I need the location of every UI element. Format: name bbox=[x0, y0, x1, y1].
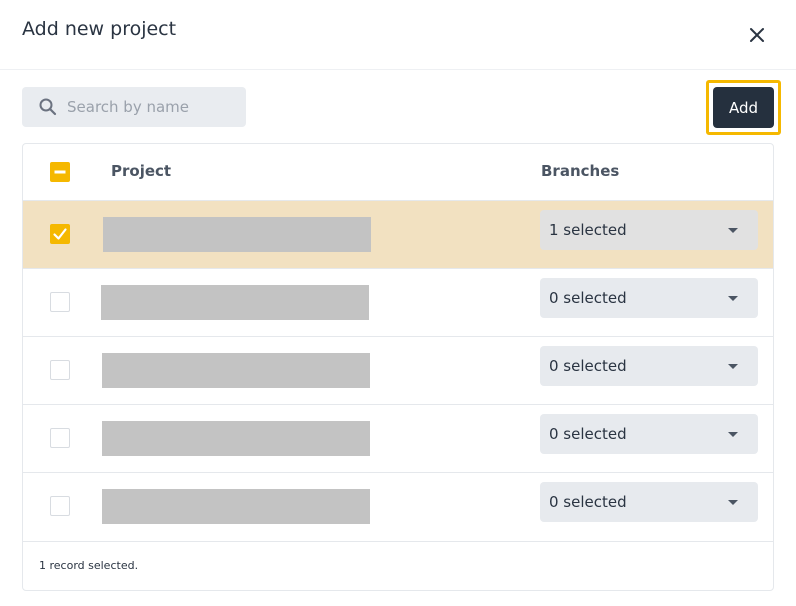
row-checkbox[interactable] bbox=[50, 360, 70, 380]
table-header: Project Branches bbox=[23, 144, 773, 200]
branches-dropdown-value: 0 selected bbox=[549, 493, 627, 511]
branches-dropdown[interactable]: 0 selected bbox=[540, 346, 758, 386]
branches-dropdown[interactable]: 0 selected bbox=[540, 414, 758, 454]
table-row[interactable]: 0 selected bbox=[23, 336, 773, 404]
row-checkbox[interactable] bbox=[50, 224, 70, 244]
table-row[interactable]: 0 selected bbox=[23, 472, 773, 541]
chevron-down-icon bbox=[728, 296, 738, 301]
branches-dropdown[interactable]: 1 selected bbox=[540, 210, 758, 250]
search-input[interactable] bbox=[67, 87, 237, 127]
checkmark-icon bbox=[53, 228, 67, 240]
chevron-down-icon bbox=[728, 500, 738, 505]
row-checkbox[interactable] bbox=[50, 428, 70, 448]
branches-dropdown-value: 0 selected bbox=[549, 357, 627, 375]
search-icon bbox=[39, 98, 57, 116]
close-icon bbox=[750, 28, 764, 42]
project-name-redacted bbox=[102, 489, 370, 524]
project-name-redacted bbox=[102, 353, 370, 388]
branches-dropdown-value: 0 selected bbox=[549, 425, 627, 443]
table-row[interactable]: 0 selected bbox=[23, 268, 773, 336]
row-checkbox[interactable] bbox=[50, 292, 70, 312]
table-row[interactable]: 0 selected bbox=[23, 404, 773, 472]
column-header-project[interactable]: Project bbox=[111, 162, 171, 180]
branches-dropdown[interactable]: 0 selected bbox=[540, 278, 758, 318]
project-name-redacted bbox=[103, 217, 371, 252]
add-button-focus-ring: Add bbox=[706, 80, 781, 135]
dialog-header: Add new project bbox=[0, 0, 796, 70]
select-all-checkbox[interactable] bbox=[50, 162, 70, 182]
table-footer: 1 record selected. bbox=[23, 541, 773, 590]
search-box[interactable] bbox=[22, 87, 246, 127]
branches-dropdown-value: 0 selected bbox=[549, 289, 627, 307]
indeterminate-icon bbox=[54, 170, 66, 174]
selection-status: 1 record selected. bbox=[39, 559, 139, 572]
branches-dropdown[interactable]: 0 selected bbox=[540, 482, 758, 522]
project-name-redacted bbox=[102, 421, 370, 456]
branches-dropdown-value: 1 selected bbox=[549, 221, 627, 239]
chevron-down-icon bbox=[728, 364, 738, 369]
table-row[interactable]: 1 selected bbox=[23, 200, 773, 268]
project-name-redacted bbox=[101, 285, 369, 320]
close-button[interactable] bbox=[744, 22, 770, 48]
add-button[interactable]: Add bbox=[713, 87, 774, 128]
chevron-down-icon bbox=[728, 228, 738, 233]
projects-table: Project Branches 1 selected 0 selected 0… bbox=[22, 143, 774, 591]
row-checkbox[interactable] bbox=[50, 496, 70, 516]
column-header-branches[interactable]: Branches bbox=[541, 162, 619, 180]
chevron-down-icon bbox=[728, 432, 738, 437]
dialog-title: Add new project bbox=[22, 18, 177, 40]
